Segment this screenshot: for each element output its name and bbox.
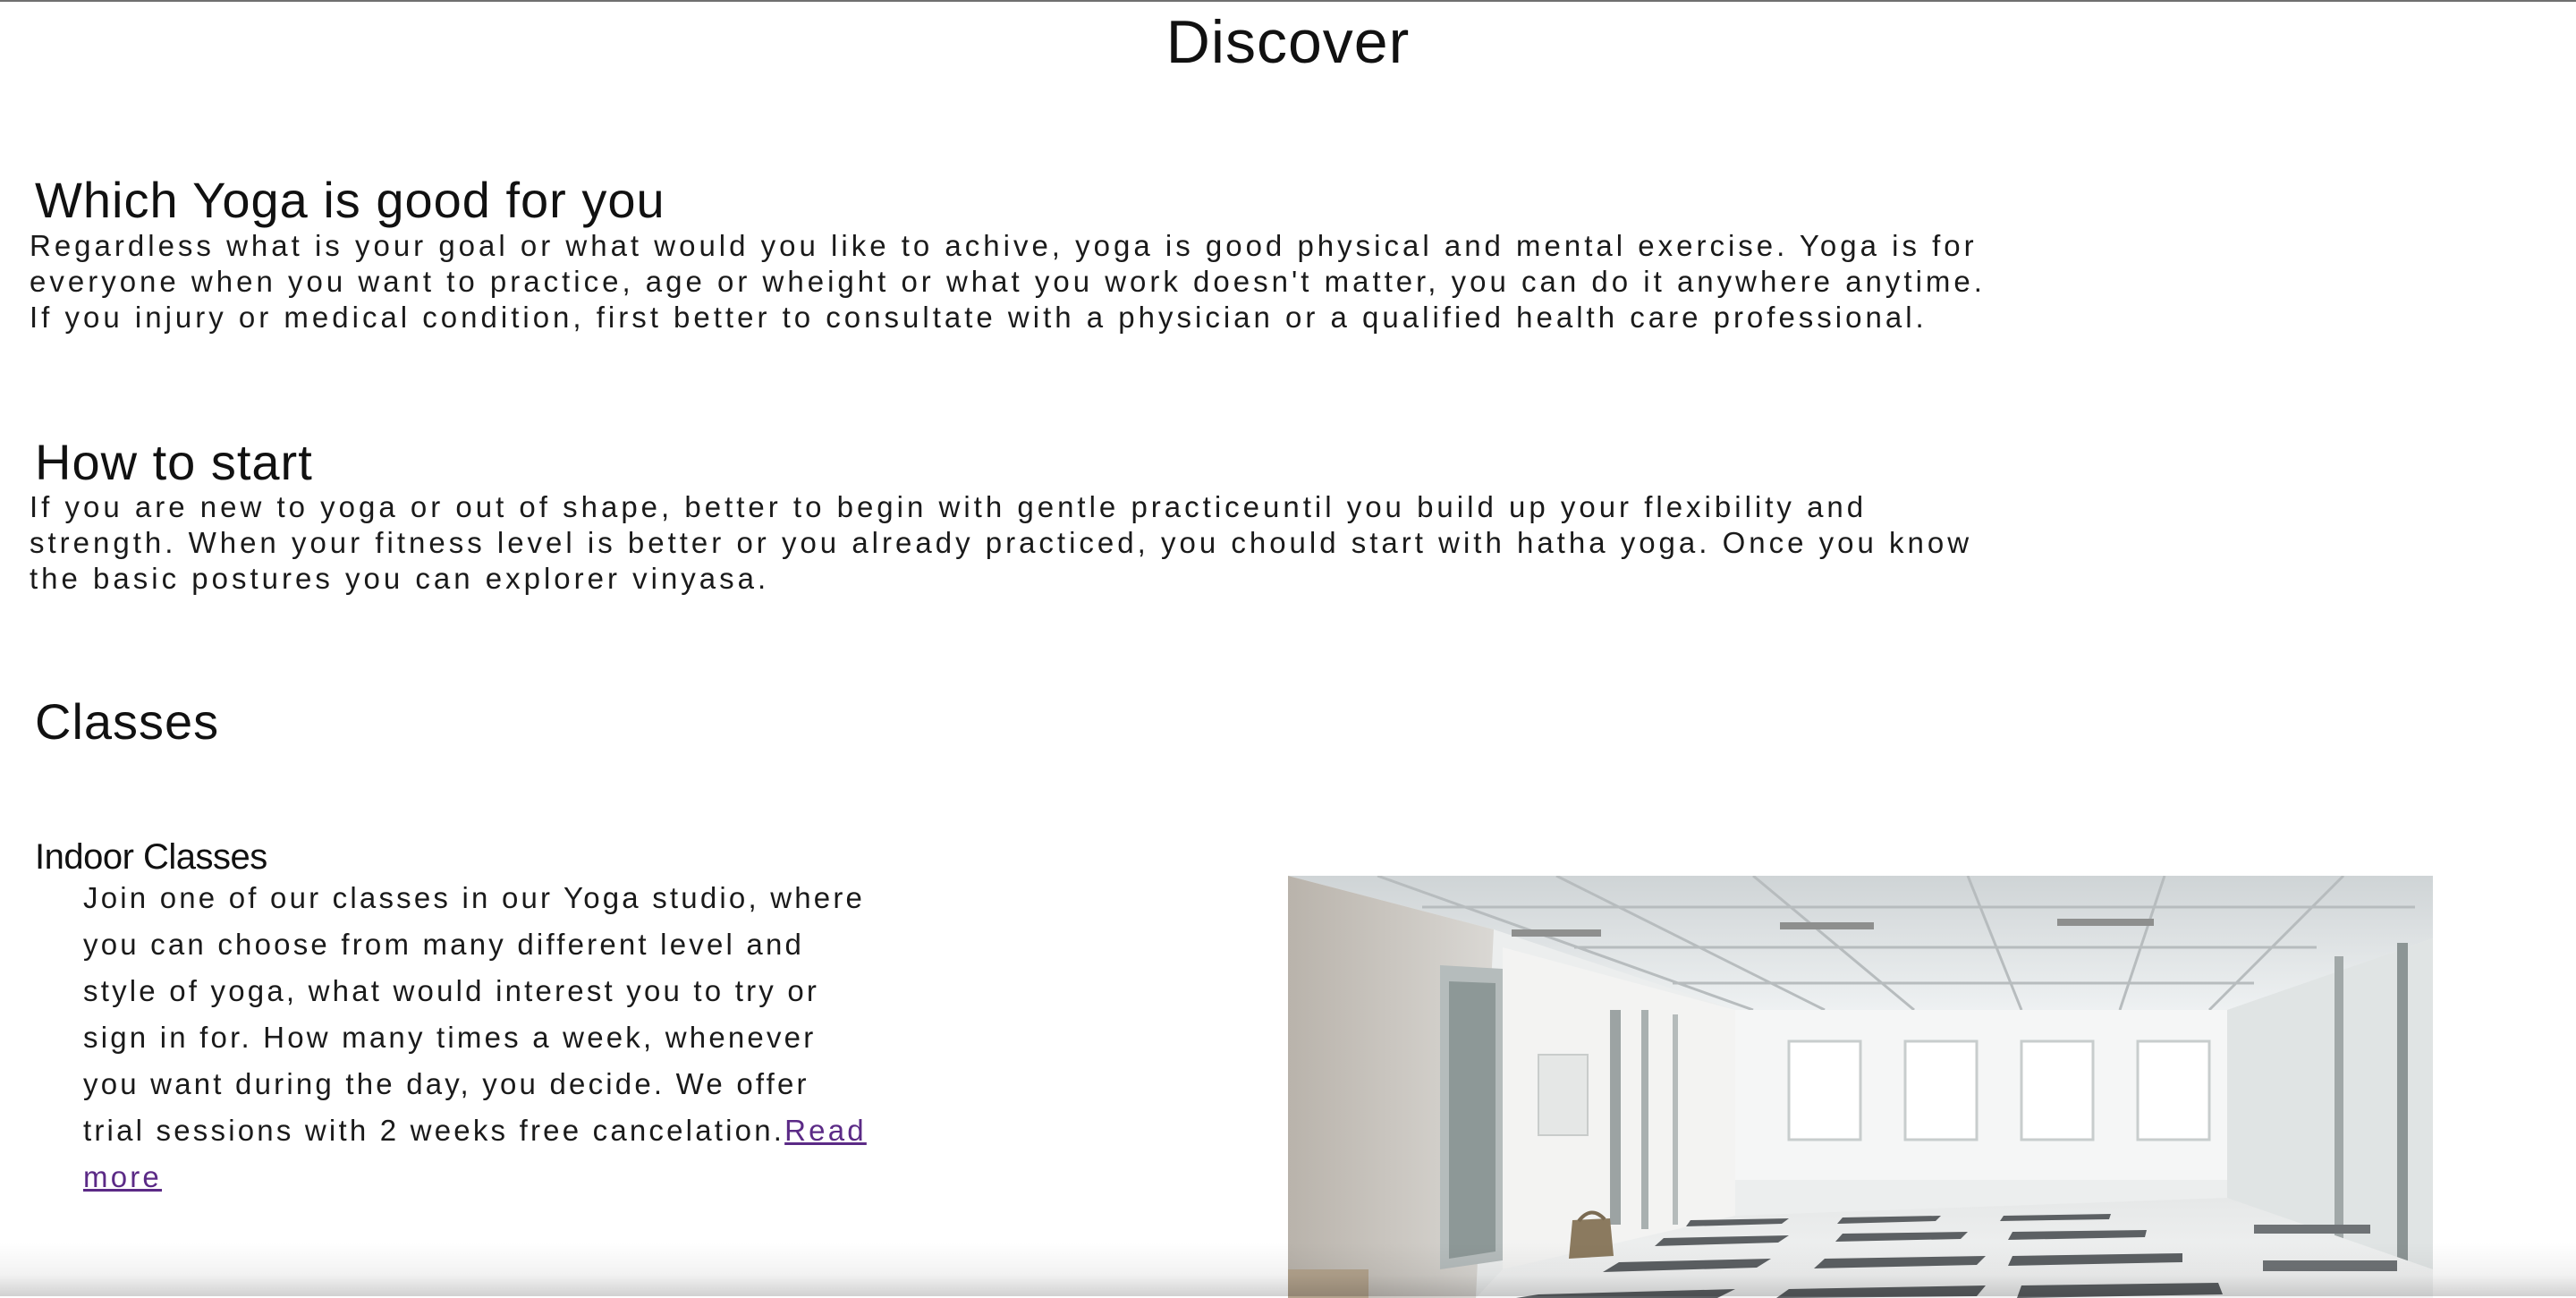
text-line: the basic postures you can explorer viny… xyxy=(30,562,770,595)
text-line: Join one of our classes in our Yoga stud… xyxy=(83,881,866,914)
text-line: sign in for. How many times a week, when… xyxy=(83,1021,817,1054)
indoor-classes-description: Join one of our classes in our Yoga stud… xyxy=(83,875,942,1200)
how-to-start-paragraph: If you are new to yoga or out of shape, … xyxy=(30,489,2114,597)
indoor-classes-heading: Indoor Classes xyxy=(35,837,267,877)
text-line: strength. When your fitness level is bet… xyxy=(30,526,1973,559)
text-line: you can choose from many different level… xyxy=(83,928,805,961)
which-yoga-paragraph: Regardless what is your goal or what wou… xyxy=(30,228,2114,335)
text-line: If you are new to yoga or out of shape, … xyxy=(30,490,1868,523)
yoga-studio-illustration xyxy=(1288,876,2433,1298)
page-title: Discover xyxy=(1165,8,1411,76)
read-more-link-continued[interactable]: more xyxy=(83,1160,162,1193)
text-line: you want during the day, you decide. We … xyxy=(83,1067,809,1100)
text-fragment: trial sessions with 2 weeks free cancela… xyxy=(83,1114,785,1147)
section-heading-which-yoga: Which Yoga is good for you xyxy=(35,172,665,228)
read-more-link[interactable]: Read xyxy=(784,1114,867,1147)
text-line: more xyxy=(83,1154,942,1200)
text-line: Regardless what is your goal or what wou… xyxy=(30,229,1978,262)
section-heading-how-to-start: How to start xyxy=(35,434,313,490)
section-heading-classes: Classes xyxy=(35,693,220,750)
yoga-studio-photo xyxy=(1288,876,2433,1298)
text-line: style of yoga, what would interest you t… xyxy=(83,974,820,1007)
text-line: If you injury or medical condition, firs… xyxy=(30,301,1928,334)
text-line: trial sessions with 2 weeks free cancela… xyxy=(83,1107,942,1154)
text-line: everyone when you want to practice, age … xyxy=(30,265,1986,298)
